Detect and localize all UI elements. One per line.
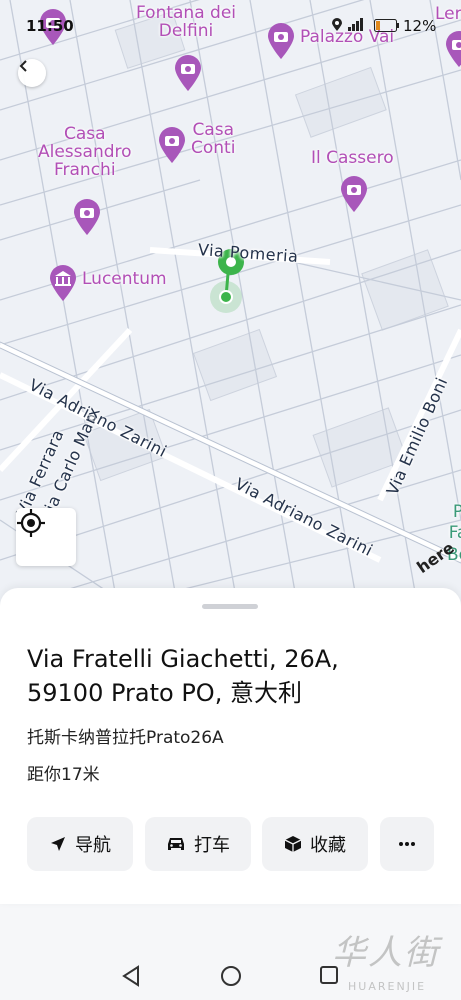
drag-handle[interactable] — [202, 604, 258, 609]
favorite-label: 收藏 — [310, 835, 346, 856]
place-detail-sheet: Via Fratelli Giachetti, 26A, 59100 Prato… — [0, 588, 461, 904]
battery-icon — [374, 19, 399, 32]
home-circle-icon[interactable] — [219, 964, 243, 988]
navigate-label: 导航 — [75, 835, 111, 856]
address-line-1: Via Fratelli Giachetti, 26A, — [27, 645, 339, 673]
favorite-button[interactable]: 收藏 — [262, 817, 368, 871]
signal-icon — [348, 18, 363, 31]
car-icon — [168, 838, 184, 850]
poi-pin-delfini[interactable] — [173, 54, 203, 92]
navigation-arrow-icon — [51, 837, 65, 851]
chevron-left-icon — [19, 60, 27, 72]
poi-label-casa-alessandro-franchi[interactable]: Casa Alessandro Franchi — [38, 125, 132, 180]
status-time: 11:50 — [26, 17, 74, 35]
back-triangle-icon[interactable] — [120, 964, 142, 988]
taxi-button[interactable]: 打车 — [145, 817, 251, 871]
poi-pin-lucentum[interactable] — [48, 264, 78, 302]
watermark: 华人街 HUARENJIE — [330, 925, 455, 1000]
more-icon — [399, 842, 415, 846]
poi-label-lucentum[interactable]: Lucentum — [82, 270, 167, 289]
poi-pin-casa-alessandro-franchi[interactable] — [72, 198, 102, 236]
box-icon — [284, 836, 302, 852]
watermark-cn: 华人街 — [332, 933, 440, 973]
poi-pin-casa-conti[interactable] — [157, 126, 187, 164]
back-button[interactable] — [18, 59, 46, 87]
navigate-button[interactable]: 导航 — [27, 817, 133, 871]
address-title: Via Fratelli Giachetti, 26A, 59100 Prato… — [27, 642, 437, 710]
status-bar: 11:50 12% — [0, 8, 461, 44]
crosshair-icon — [17, 509, 45, 537]
poi-pin-il-cassero[interactable] — [339, 175, 369, 213]
location-status-icon — [332, 18, 342, 31]
current-location-dot — [219, 290, 233, 304]
poi-label-il-cassero[interactable]: Il Cassero — [311, 149, 394, 168]
taxi-label: 打车 — [194, 835, 230, 856]
locate-me-button[interactable] — [16, 508, 76, 566]
battery-percent: 12% — [403, 17, 437, 35]
region-text: 托斯卡纳普拉托Prato26A — [27, 728, 224, 748]
more-button[interactable] — [380, 817, 434, 871]
watermark-en: HUARENJIE — [348, 980, 427, 993]
distance-text: 距你17米 — [27, 765, 100, 785]
address-line-2: 59100 Prato PO, 意大利 — [27, 679, 302, 707]
map-view[interactable]: Fontana dei Delfini Palazzo Vai Casa Conti… — [0, 0, 461, 620]
poi-label-casa-conti[interactable]: Casa Conti — [191, 121, 235, 158]
